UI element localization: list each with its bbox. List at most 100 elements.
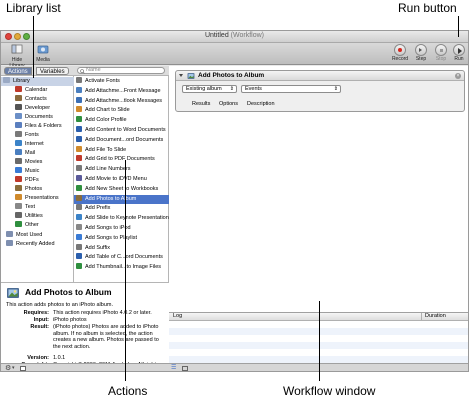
show-description-icon[interactable] [20, 366, 26, 371]
action-item[interactable]: Add Songs to Playlist [74, 233, 169, 243]
smart-folder-item[interactable]: Recently Added [1, 240, 79, 249]
step-button[interactable]: Step [411, 44, 431, 62]
callout-line-actions [125, 160, 126, 381]
action-card-header: Add Photos to Album × [176, 71, 464, 81]
action-item[interactable]: Add Movie to iDVD Menu [74, 175, 169, 184]
action-icon [76, 253, 82, 260]
action-label: Add File To Slide [85, 146, 127, 153]
callout-line-run [458, 16, 459, 37]
run-button[interactable]: Run [449, 44, 468, 62]
action-item[interactable]: Add Slide to Keynote Presentation [74, 214, 169, 223]
action-icon [76, 86, 82, 93]
list-view-icon[interactable]: ☰ [171, 365, 176, 371]
action-item[interactable]: Add Prefix [74, 204, 169, 213]
description-summary: This action adds photos to an iPhoto alb… [6, 302, 114, 308]
library-item-label: Contacts [25, 96, 47, 102]
run-icon [453, 44, 465, 56]
library-item-label: Mail [25, 150, 36, 156]
action-label: Add Attachme...Front Message [85, 87, 161, 94]
description-title: Add Photos to Album [25, 287, 112, 297]
action-item[interactable]: Add Chart to Slide [74, 106, 169, 115]
other-icon [15, 221, 22, 227]
gear-icon[interactable]: ⚙ [5, 364, 11, 371]
action-label: Add Thumbnail...to Image Files [85, 264, 162, 271]
action-label: Add Slide to Keynote Presentation [85, 215, 169, 222]
action-label: Add Content to Word Documents [85, 127, 166, 133]
record-button[interactable]: Record [390, 44, 410, 62]
library-item-label: Files & Folders [25, 123, 62, 129]
tab-options[interactable]: Options [219, 99, 238, 109]
iphoto-icon [187, 72, 195, 79]
action-item[interactable]: Add Color Profile [74, 116, 169, 125]
album-select[interactable]: Existing album ⇕ [182, 85, 237, 93]
action-card[interactable]: Add Photos to Album × Existing album ⇕ Ev… [175, 70, 465, 112]
tab-variables[interactable]: Variables [36, 67, 69, 75]
iphoto-icon [7, 288, 19, 298]
action-item[interactable]: Add Content to Word Documents [74, 126, 169, 135]
action-label: Add Movie to iDVD Menu [85, 176, 147, 182]
window-title-name: Untitled [204, 32, 229, 39]
action-item[interactable]: Add Document...ord Documents [74, 135, 169, 145]
action-item[interactable]: Add Attachme...Front Message [74, 86, 169, 96]
run-label: Run [454, 56, 464, 62]
action-item[interactable]: Add New Sheet to Workbooks [74, 184, 169, 194]
action-icon [76, 184, 82, 191]
action-item[interactable]: Add File To Slide [74, 145, 169, 155]
action-item[interactable]: Add Photos to Album [74, 194, 169, 204]
action-icon [76, 175, 82, 181]
action-item[interactable]: Add Songs to iPod [74, 224, 169, 233]
search-input[interactable]: Name [77, 67, 165, 74]
action-icon [76, 224, 82, 230]
action-label: Add Attachme...tlook Messages [85, 97, 163, 104]
callout-run-button: Run button [398, 1, 457, 15]
action-label: Add New Sheet to Workbooks [85, 185, 159, 192]
library-item-label: Movies [25, 159, 43, 165]
library-root[interactable]: Library [1, 77, 76, 86]
step-icon [415, 44, 427, 56]
action-card-title: Add Photos to Album [198, 72, 265, 79]
folder-icon [15, 122, 22, 128]
action-icon [76, 263, 82, 270]
tab-description[interactable]: Description [247, 99, 275, 109]
log-column-header[interactable]: Log [173, 313, 182, 320]
album-select-value: Existing album [186, 86, 222, 92]
grid-view-icon[interactable] [182, 366, 188, 371]
events-select[interactable]: Events ⇕ [241, 85, 341, 93]
action-icon [76, 155, 82, 162]
disclosure-triangle-icon[interactable] [179, 74, 183, 77]
action-item[interactable]: Add Attachme...tlook Messages [74, 96, 169, 106]
callout-line-library [33, 16, 34, 78]
library-item-label: Photos [25, 186, 43, 192]
action-item[interactable]: Add Suffix [74, 243, 169, 253]
presentations-icon [15, 194, 22, 200]
duration-column-header[interactable]: Duration [425, 313, 446, 320]
action-item[interactable]: Add Thumbnail...to Image Files [74, 263, 169, 272]
smart-folder-icon [6, 231, 13, 237]
workflow-area[interactable]: Add Photos to Album × Existing album ⇕ Ev… [169, 66, 468, 312]
description-key: Version: [27, 355, 49, 361]
library-item-label: Documents [25, 114, 53, 120]
close-action-icon[interactable]: × [455, 72, 461, 79]
action-item[interactable]: Add Line Numbers [74, 165, 169, 174]
action-item[interactable]: Add Grid to PDF Documents [74, 155, 169, 164]
events-select-value: Events [245, 86, 262, 92]
smart-folder-item[interactable]: Most Used [1, 231, 79, 240]
action-item[interactable]: Activate Fonts [74, 77, 169, 86]
internet-icon [15, 140, 22, 146]
library-item-label: Utilities [25, 213, 43, 219]
action-icon [76, 194, 82, 201]
tab-actions[interactable]: Actions [4, 67, 32, 75]
library-item-label: Developer [25, 105, 51, 111]
chevron-down-icon: ▾ [12, 365, 15, 371]
action-item[interactable]: Add Table of C...ord Documents [74, 253, 169, 262]
library-list: Library Calendar Contacts Developer Document… [1, 76, 76, 282]
movies-icon [15, 158, 22, 164]
description-value: 1.0.1 [53, 355, 66, 361]
action-icon [76, 233, 82, 240]
stop-button[interactable]: Stop [431, 44, 451, 62]
title-bar: Untitled (Workflow) [1, 31, 468, 43]
library-item-label: Music [25, 168, 40, 174]
tab-results[interactable]: Results [192, 99, 210, 109]
media-button[interactable]: Media [34, 44, 52, 63]
calendar-icon [15, 86, 22, 92]
